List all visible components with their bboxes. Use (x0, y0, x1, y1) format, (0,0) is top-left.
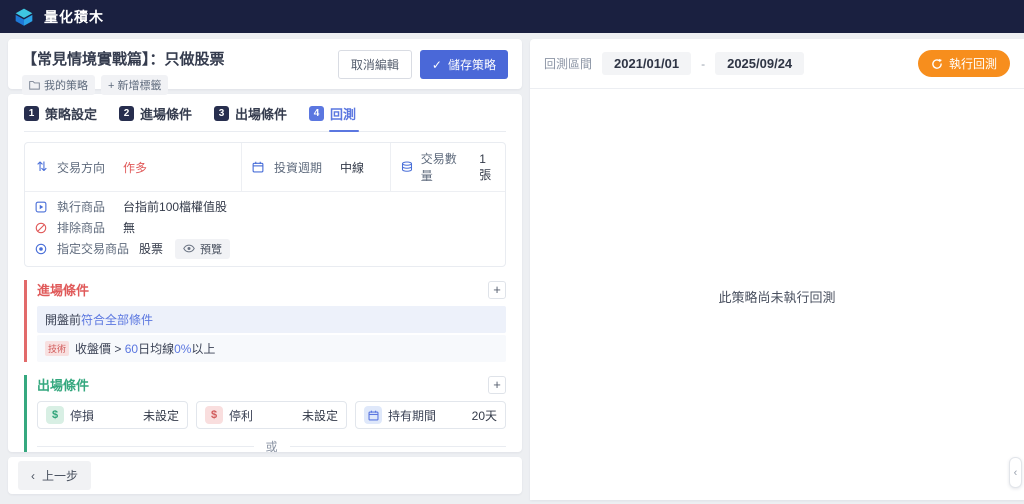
step-number-badge: 4 (309, 106, 324, 121)
calendar-icon (252, 161, 266, 173)
stack-icon (401, 161, 413, 173)
entry-timing-row: 開盤前符合全部條件 (37, 306, 506, 333)
play-square-icon (35, 201, 49, 213)
tab-strategy-settings[interactable]: 1 策略設定 (24, 104, 97, 131)
add-exit-condition-button[interactable]: + (488, 376, 506, 394)
entry-conditions-section: 進場條件 + 開盤前符合全部條件 技術收盤價 > 60日均線0%以上 (24, 280, 506, 362)
prohibit-icon (35, 222, 49, 234)
target-icon (35, 243, 49, 255)
back-button-label: 上一步 (42, 467, 78, 484)
strategy-settings-summary: ⇅ 交易方向 作多 投資週期 中線 交易數量 1張 (24, 142, 506, 267)
take-profit-card[interactable]: $ 停利 未設定 (196, 401, 347, 429)
page-title: 【常見情境實戰篇】：只做股票 (22, 48, 225, 69)
preview-button[interactable]: 預覽 (175, 239, 230, 259)
backtest-panel-header: 回測區間 2021/01/01 - 2025/09/24 執行回測 (530, 39, 1024, 89)
exec-product-row: 執行商品 台指前100檔權值股 (35, 196, 495, 217)
backtest-result-area: 此策略尚未執行回測 (530, 89, 1024, 504)
run-backtest-button[interactable]: 執行回測 (918, 50, 1010, 77)
stop-loss-card[interactable]: $ 停損 未設定 (37, 401, 188, 429)
add-tag-button[interactable]: + 新增標籤 (101, 75, 168, 95)
backtest-start-date-input[interactable]: 2021/01/01 (602, 52, 691, 75)
backtest-empty-message: 此策略尚未執行回測 (718, 287, 835, 306)
save-strategy-button[interactable]: ✓ 儲存策略 (420, 50, 508, 79)
invest-period-value: 中線 (340, 159, 364, 176)
condition-tag-badge: 技術 (45, 341, 69, 356)
exit-conditions-section: 出場條件 + $ 停損 未設定 $ 停利 未設定 持有期 (24, 375, 506, 452)
backtest-panel: 回測區間 2021/01/01 - 2025/09/24 執行回測 此策略尚未執… (530, 39, 1024, 500)
exclude-product-row: 排除商品 無 (35, 217, 495, 238)
strategy-config-card: 1 策略設定 2 進場條件 3 出場條件 4 回測 ⇅ 交易方向 (8, 94, 522, 452)
dollar-icon: $ (205, 406, 223, 424)
chevron-left-icon: ‹ (1014, 467, 1018, 479)
eye-icon (183, 244, 195, 253)
take-profit-value: 未設定 (302, 407, 338, 424)
check-icon: ✓ (432, 58, 442, 72)
entry-timing-link[interactable]: 符合全部條件 (81, 313, 153, 327)
step-number-badge: 1 (24, 106, 39, 121)
stop-loss-value: 未設定 (143, 407, 179, 424)
entry-section-title: 進場條件 (37, 280, 89, 299)
preview-button-label: 預覽 (200, 241, 222, 257)
save-button-label: 儲存策略 (448, 56, 496, 73)
invest-period-field: 投資週期 中線 (241, 143, 390, 191)
step-number-badge: 3 (214, 106, 229, 121)
trade-direction-field: ⇅ 交易方向 作多 (25, 143, 241, 191)
chevron-left-icon: ‹ (31, 469, 35, 483)
back-button[interactable]: ‹ 上一步 (18, 461, 91, 490)
trade-direction-value: 作多 (123, 159, 147, 176)
tab-exit-conditions[interactable]: 3 出場條件 (214, 104, 287, 131)
specified-product-value: 股票 (139, 240, 163, 257)
exclude-product-value: 無 (123, 219, 135, 236)
strategy-title-card: 【常見情境實戰篇】：只做股票 我的策略 + 新增標籤 取消編輯 ✓ 儲存策略 (8, 39, 522, 89)
backtest-end-date-input[interactable]: 2025/09/24 (715, 52, 804, 75)
entry-condition-item[interactable]: 技術收盤價 > 60日均線0%以上 (37, 335, 506, 362)
specified-product-row: 指定交易商品 股票 預覽 (35, 238, 495, 259)
strategy-editor-panel: 【常見情境實戰篇】：只做股票 我的策略 + 新增標籤 取消編輯 ✓ 儲存策略 (8, 39, 522, 494)
add-entry-condition-button[interactable]: + (488, 281, 506, 299)
calendar-icon (364, 406, 382, 424)
exit-section-title: 出場條件 (37, 375, 89, 394)
holding-period-value: 20天 (472, 407, 497, 424)
backtest-range-label: 回測區間 (544, 55, 592, 72)
sort-arrows-icon: ⇅ (35, 159, 49, 175)
refresh-run-icon (931, 58, 943, 70)
panel-collapse-handle[interactable]: ‹ (1009, 457, 1022, 488)
folder-chip-label: 我的策略 (44, 77, 88, 93)
run-backtest-label: 執行回測 (949, 55, 997, 72)
holding-period-card[interactable]: 持有期間 20天 (355, 401, 506, 429)
step-tabs: 1 策略設定 2 進場條件 3 出場條件 4 回測 (24, 104, 506, 132)
dollar-icon: $ (46, 406, 64, 424)
app-title: 量化積木 (44, 7, 104, 27)
exec-product-value: 台指前100檔權值股 (123, 198, 227, 215)
my-strategy-folder-chip[interactable]: 我的策略 (22, 75, 95, 95)
app-header: 量化積木 (0, 0, 1024, 33)
app-logo-cube-icon (14, 7, 34, 27)
cancel-edit-button[interactable]: 取消編輯 (338, 50, 412, 79)
editor-footer: ‹ 上一步 (8, 457, 522, 494)
or-divider: 或 (37, 438, 506, 452)
trade-quantity-field: 交易數量 1張 (390, 143, 505, 191)
tab-backtest[interactable]: 4 回測 (309, 104, 356, 131)
tab-entry-conditions[interactable]: 2 進場條件 (119, 104, 192, 131)
step-number-badge: 2 (119, 106, 134, 121)
folder-icon (29, 80, 40, 90)
date-separator: - (701, 57, 705, 71)
trade-quantity-value: 1張 (479, 152, 495, 183)
